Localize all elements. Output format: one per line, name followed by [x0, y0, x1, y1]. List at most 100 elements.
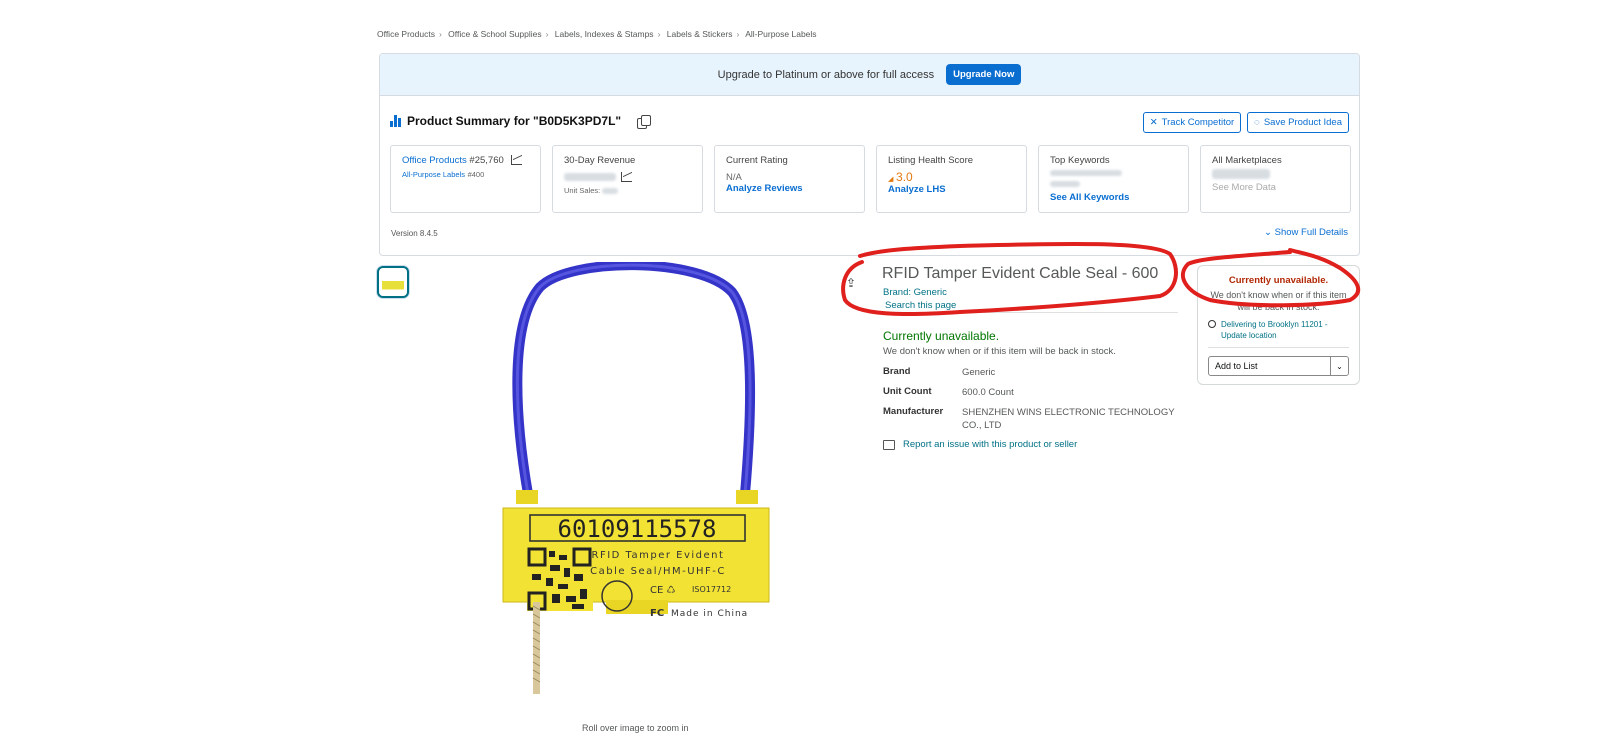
seal-cap-left: [516, 490, 538, 504]
summary-title: Product Summary for "B0D5K3PD7L": [407, 114, 622, 128]
subcategory-link[interactable]: All-Purpose Labels: [402, 170, 465, 179]
ce-mark-icon: CE ♺: [650, 585, 675, 596]
product-summary-panel: Upgrade to Platinum or above for full ac…: [379, 53, 1360, 256]
version-label: Version 8.4.5: [391, 229, 438, 238]
analyze-reviews-link[interactable]: Analyze Reviews: [726, 183, 853, 194]
spec-row: Brand Generic: [883, 366, 1177, 379]
availability-status: Currently unavailable.: [883, 329, 1000, 343]
breadcrumb: Office Products › Office & School Supplie…: [377, 29, 817, 39]
report-issue-label: Report an issue with this product or sel…: [903, 439, 1078, 450]
rating-title: Current Rating: [726, 155, 788, 166]
upgrade-banner: Upgrade to Platinum or above for full ac…: [380, 54, 1359, 96]
rank-card: Office Products #25,760 All-Purpose Labe…: [390, 145, 541, 213]
lhs-title: Listing Health Score: [888, 155, 974, 166]
breadcrumb-separator-icon: ›: [736, 29, 740, 39]
brand-link[interactable]: Brand: Generic: [883, 287, 947, 298]
thumbnail-image: [382, 271, 404, 293]
add-to-list-button[interactable]: Add to List: [1209, 357, 1330, 375]
bar-chart-icon: [390, 115, 401, 127]
show-full-details-label: Show Full Details: [1274, 227, 1348, 238]
breadcrumb-item[interactable]: All-Purpose Labels: [745, 29, 816, 39]
category-link[interactable]: Office Products: [402, 155, 467, 166]
marketplaces-blurred-flags: [1212, 169, 1270, 180]
see-all-keywords-link[interactable]: See All Keywords: [1050, 192, 1177, 203]
fc-mark-icon: FC: [650, 608, 664, 619]
upgrade-text: Upgrade to Platinum or above for full ac…: [717, 68, 935, 81]
lhs-card: Listing Health Score ◢ 3.0 Analyze LHS: [876, 145, 1027, 213]
track-competitor-label: Track Competitor: [1161, 117, 1235, 128]
buybox-unavailable: Currently unavailable.: [1228, 275, 1329, 286]
buybox-divider: [1208, 347, 1349, 348]
breadcrumb-separator-icon: ›: [438, 29, 442, 39]
label-line-1: RFID Tamper Evident: [592, 550, 725, 561]
label-number: 60109115578: [558, 515, 717, 543]
buybox-note: We don't know when or if this item will …: [1210, 290, 1347, 312]
marketplaces-card: All Marketplaces See More Data: [1200, 145, 1351, 213]
summary-heading: Product Summary for "B0D5K3PD7L": [390, 114, 652, 129]
upgrade-now-button[interactable]: Upgrade Now: [946, 64, 1022, 85]
rating-value: N/A: [726, 172, 742, 183]
subcategory-rank: #400: [467, 170, 485, 179]
revenue-title: 30-Day Revenue: [564, 155, 636, 166]
spec-key: Brand: [883, 366, 911, 377]
report-issue-link[interactable]: Report an issue with this product or sel…: [883, 439, 1077, 450]
save-product-idea-button[interactable]: ◌ Save Product Idea: [1247, 112, 1349, 133]
spec-value: 600.0 Count: [962, 387, 1014, 398]
rank-chart-icon[interactable]: [511, 155, 523, 166]
title-divider: [883, 312, 1178, 313]
keywords-blurred-line: [1050, 170, 1122, 177]
qr-code: [527, 547, 593, 611]
category-rank: #25,760: [469, 155, 504, 166]
breadcrumb-separator-icon: ›: [545, 29, 549, 39]
product-specs: Brand Generic Unit Count 600.0 Count Man…: [883, 366, 1177, 439]
delivery-location-link[interactable]: Delivering to Brooklyn 11201 - Update lo…: [1208, 319, 1349, 341]
track-competitor-button[interactable]: ✕ Track Competitor: [1142, 112, 1242, 133]
product-title: RFID Tamper Evident Cable Seal - 600: [882, 265, 1159, 282]
delivery-location-label: Delivering to Brooklyn 11201 - Update lo…: [1221, 320, 1328, 340]
rating-card: Current Rating N/A Analyze Reviews: [714, 145, 865, 213]
breadcrumb-item[interactable]: Office Products: [377, 29, 435, 39]
lhs-score: 3.0: [896, 170, 913, 184]
crosshair-icon: ✕: [1149, 117, 1158, 128]
label-iso: ISO17712: [692, 585, 731, 594]
unit-sales-label: Unit Sales:: [564, 186, 601, 195]
lhs-gauge-icon: ◢: [888, 176, 894, 183]
marketplaces-title: All Marketplaces: [1212, 155, 1282, 166]
breadcrumb-separator-icon: ›: [657, 29, 661, 39]
breadcrumb-item[interactable]: Labels, Indexes & Stamps: [555, 29, 654, 39]
spec-value: SHENZHEN WINS ELECTRONIC TECHNOLOGY CO.,…: [962, 407, 1175, 431]
unit-sales-blurred-value: [602, 188, 619, 195]
keywords-title: Top Keywords: [1050, 155, 1110, 166]
save-product-idea-label: Save Product Idea: [1263, 117, 1342, 128]
share-icon[interactable]: ⇪: [846, 276, 856, 290]
image-thumbnail[interactable]: [377, 266, 409, 298]
seal-cap-right: [736, 490, 758, 504]
lightbulb-icon: ◌: [1254, 117, 1260, 128]
breadcrumb-item[interactable]: Office & School Supplies: [448, 29, 541, 39]
search-this-page-link[interactable]: Search this page: [885, 300, 956, 311]
analyze-lhs-link[interactable]: Analyze LHS: [888, 184, 1015, 195]
show-full-details-link[interactable]: ⌄ Show Full Details: [1264, 227, 1348, 238]
label-origin: Made in China: [671, 609, 748, 619]
breadcrumb-item[interactable]: Labels & Stickers: [667, 29, 733, 39]
comment-icon: [883, 439, 895, 450]
revenue-chart-icon[interactable]: [621, 172, 632, 183]
location-pin-icon: [1208, 320, 1216, 328]
add-to-list-control: Add to List ⌄: [1208, 356, 1349, 376]
chevron-down-icon: ⌄: [1264, 227, 1272, 238]
summary-actions: ✕ Track Competitor ◌ Save Product Idea: [1142, 112, 1349, 133]
see-more-data-link[interactable]: See More Data: [1212, 182, 1339, 193]
keywords-blurred-line: [1050, 181, 1080, 188]
copy-icon[interactable]: [637, 114, 652, 129]
zoom-hint: Roll over image to zoom in: [582, 723, 689, 733]
label-line-2: Cable Seal/HM-UHF-C: [590, 566, 726, 577]
spec-row: Unit Count 600.0 Count: [883, 386, 1177, 399]
cable-highlight: [515, 263, 752, 495]
chevron-down-icon[interactable]: ⌄: [1330, 357, 1348, 375]
spec-value: Generic: [962, 367, 996, 378]
spec-row: Manufacturer SHENZHEN WINS ELECTRONIC TE…: [883, 406, 1177, 432]
revenue-card: 30-Day Revenue Unit Sales:: [552, 145, 703, 213]
keywords-card: Top Keywords See All Keywords: [1038, 145, 1189, 213]
product-image[interactable]: 60109115578 RFID Tamper Evident Cable Se…: [500, 262, 790, 722]
availability-note: We don't know when or if this item will …: [883, 346, 1116, 357]
